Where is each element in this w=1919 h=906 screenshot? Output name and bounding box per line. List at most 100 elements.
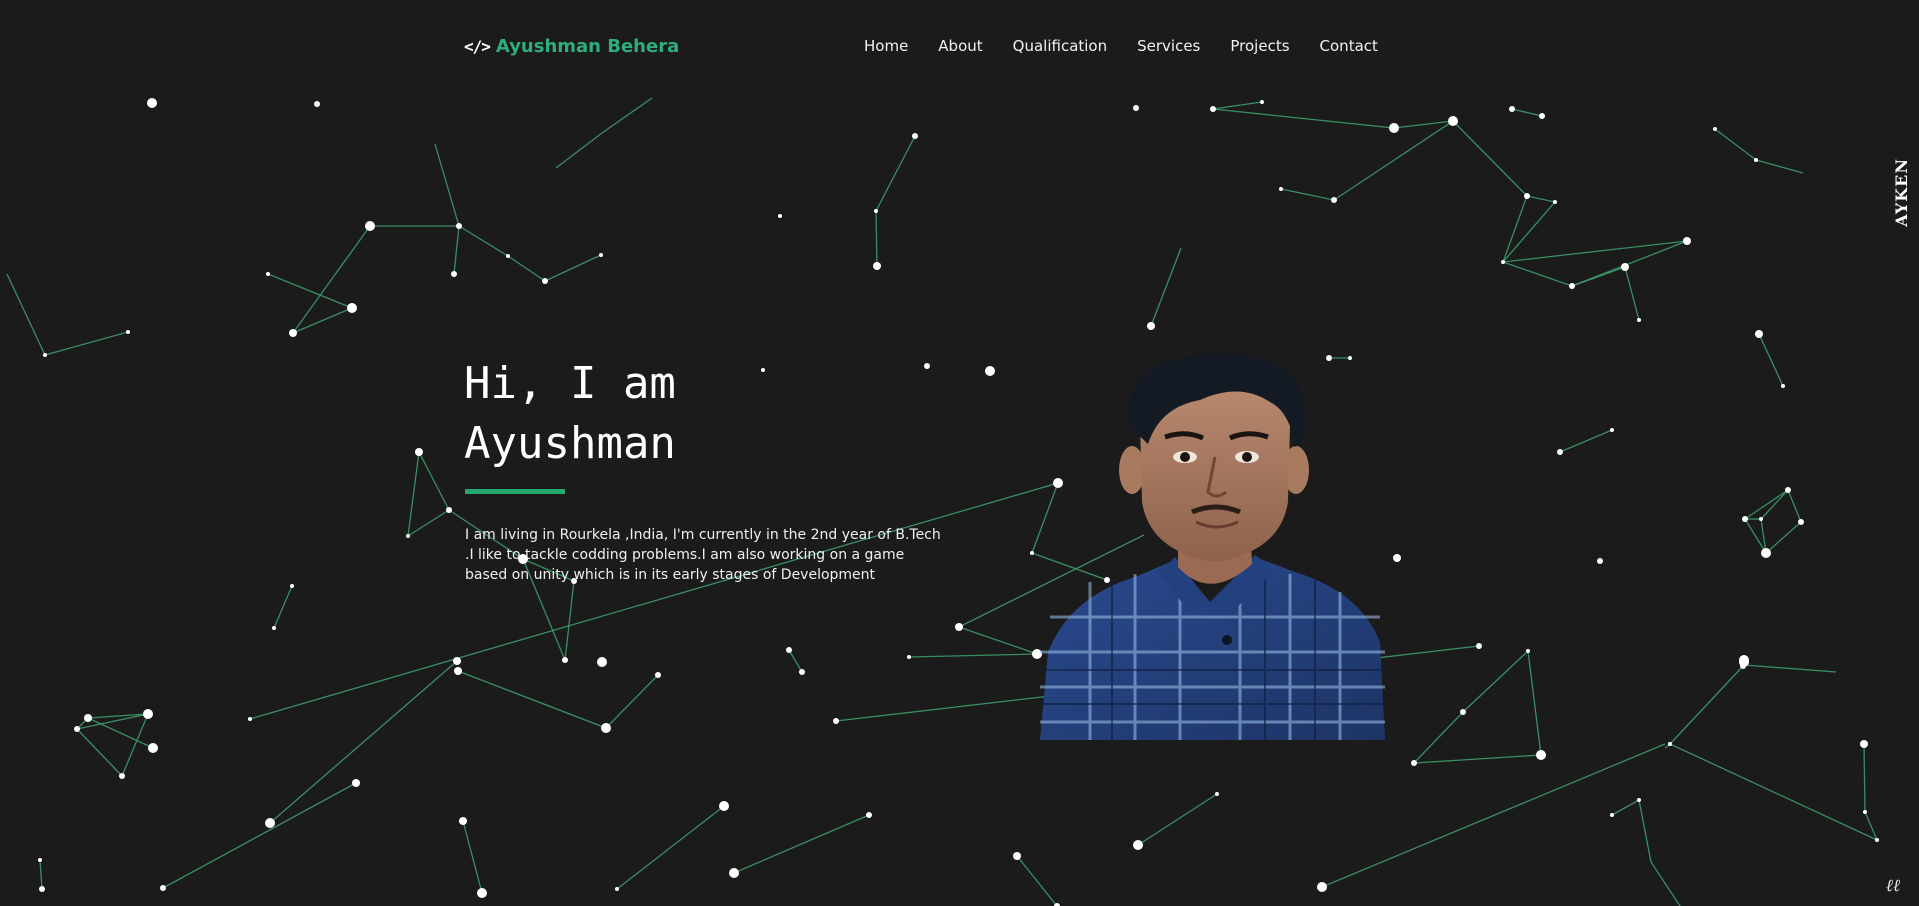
network-node [1133, 105, 1139, 111]
network-node [248, 717, 252, 721]
network-node [1637, 798, 1641, 802]
network-node [599, 253, 603, 257]
network-node [1476, 643, 1482, 649]
hero-description: I am living in Rourkela ,India, I'm curr… [465, 527, 941, 583]
network-link [458, 225, 509, 257]
corner-badge-icon[interactable]: ℓℓ [1881, 874, 1905, 898]
network-link [1744, 489, 1789, 520]
network-node [1013, 852, 1021, 860]
network-node [1713, 127, 1717, 131]
network-node [1133, 840, 1143, 850]
network-node [1215, 792, 1219, 796]
network-node [1683, 237, 1691, 245]
network-link [1150, 247, 1182, 327]
network-node [1030, 551, 1034, 555]
network-link [407, 509, 450, 537]
network-node [1798, 519, 1804, 525]
nav-qualification[interactable]: Qualification [1013, 37, 1107, 55]
network-node [542, 278, 548, 284]
network-link [44, 331, 129, 356]
network-node [365, 221, 375, 231]
logo-link[interactable]: </> Ayushman Behera [464, 36, 679, 57]
network-link [555, 132, 603, 169]
network-node [1759, 517, 1763, 521]
nav-about[interactable]: About [938, 37, 982, 55]
hero-title-line2: Ayushman [464, 418, 676, 469]
network-node [1331, 197, 1337, 203]
network-link [1462, 650, 1529, 713]
page: </> Ayushman Behera Home About Qualifica… [0, 0, 1919, 906]
network-link [1611, 799, 1640, 816]
nav-contact[interactable]: Contact [1320, 37, 1378, 55]
network-node [1875, 838, 1879, 842]
nav-services[interactable]: Services [1137, 37, 1200, 55]
network-node [1610, 813, 1614, 817]
profile-photo [1040, 352, 1385, 740]
network-node [84, 714, 92, 722]
network-node [1610, 428, 1614, 432]
network-link [1765, 521, 1802, 554]
network-link [76, 728, 123, 777]
network-link [616, 805, 725, 890]
network-link [1212, 101, 1263, 110]
network-node [119, 773, 125, 779]
nav-projects[interactable]: Projects [1230, 37, 1289, 55]
network-node [347, 303, 357, 313]
network-node [453, 657, 461, 665]
network-node [1557, 449, 1563, 455]
network-link [1755, 159, 1804, 174]
network-node [615, 887, 619, 891]
network-node [874, 209, 878, 213]
network-link [1758, 333, 1784, 387]
network-node [1536, 750, 1546, 760]
network-node [873, 262, 881, 270]
network-node [506, 254, 510, 258]
network-node [833, 718, 839, 724]
network-node [1460, 709, 1466, 715]
network-link [1413, 754, 1542, 764]
network-node [1279, 187, 1283, 191]
nav-home[interactable]: Home [864, 37, 908, 55]
network-link [788, 649, 803, 673]
network-node [1210, 106, 1216, 112]
network-node [907, 655, 911, 659]
network-node [143, 709, 153, 719]
network-link [1452, 120, 1528, 197]
network-node [1411, 760, 1417, 766]
logo-text: Ayushman Behera [495, 36, 680, 57]
network-link [601, 97, 653, 134]
network-node [562, 657, 568, 663]
network-node [1597, 558, 1603, 564]
network-node [352, 779, 360, 787]
network-node [1526, 649, 1530, 653]
network-node [1501, 260, 1505, 264]
network-node [1755, 330, 1763, 338]
network-link [1526, 195, 1556, 203]
network-node [729, 868, 739, 878]
network-link [1714, 128, 1757, 161]
network-link [733, 814, 870, 874]
network-node [1509, 106, 1515, 112]
network-link [1743, 664, 1837, 673]
network-node [1742, 516, 1748, 522]
network-node [1781, 384, 1785, 388]
network-link [1137, 793, 1218, 846]
site-header: </> Ayushman Behera Home About Qualifica… [0, 0, 1919, 96]
network-link [1212, 108, 1395, 129]
network-node [160, 885, 166, 891]
network-node [1260, 100, 1264, 104]
network-link [1559, 429, 1613, 453]
network-link [875, 135, 916, 212]
network-link [605, 674, 659, 729]
network-node [147, 98, 157, 108]
network-node [1147, 322, 1155, 330]
network-node [454, 667, 462, 675]
network-node [126, 330, 130, 334]
network-link [457, 670, 607, 729]
network-node [415, 448, 423, 456]
network-link [875, 210, 878, 267]
network-link [507, 255, 546, 282]
network-node [1553, 200, 1557, 204]
network-link [1502, 261, 1573, 287]
side-brand-text: AYKEN [1892, 158, 1911, 227]
